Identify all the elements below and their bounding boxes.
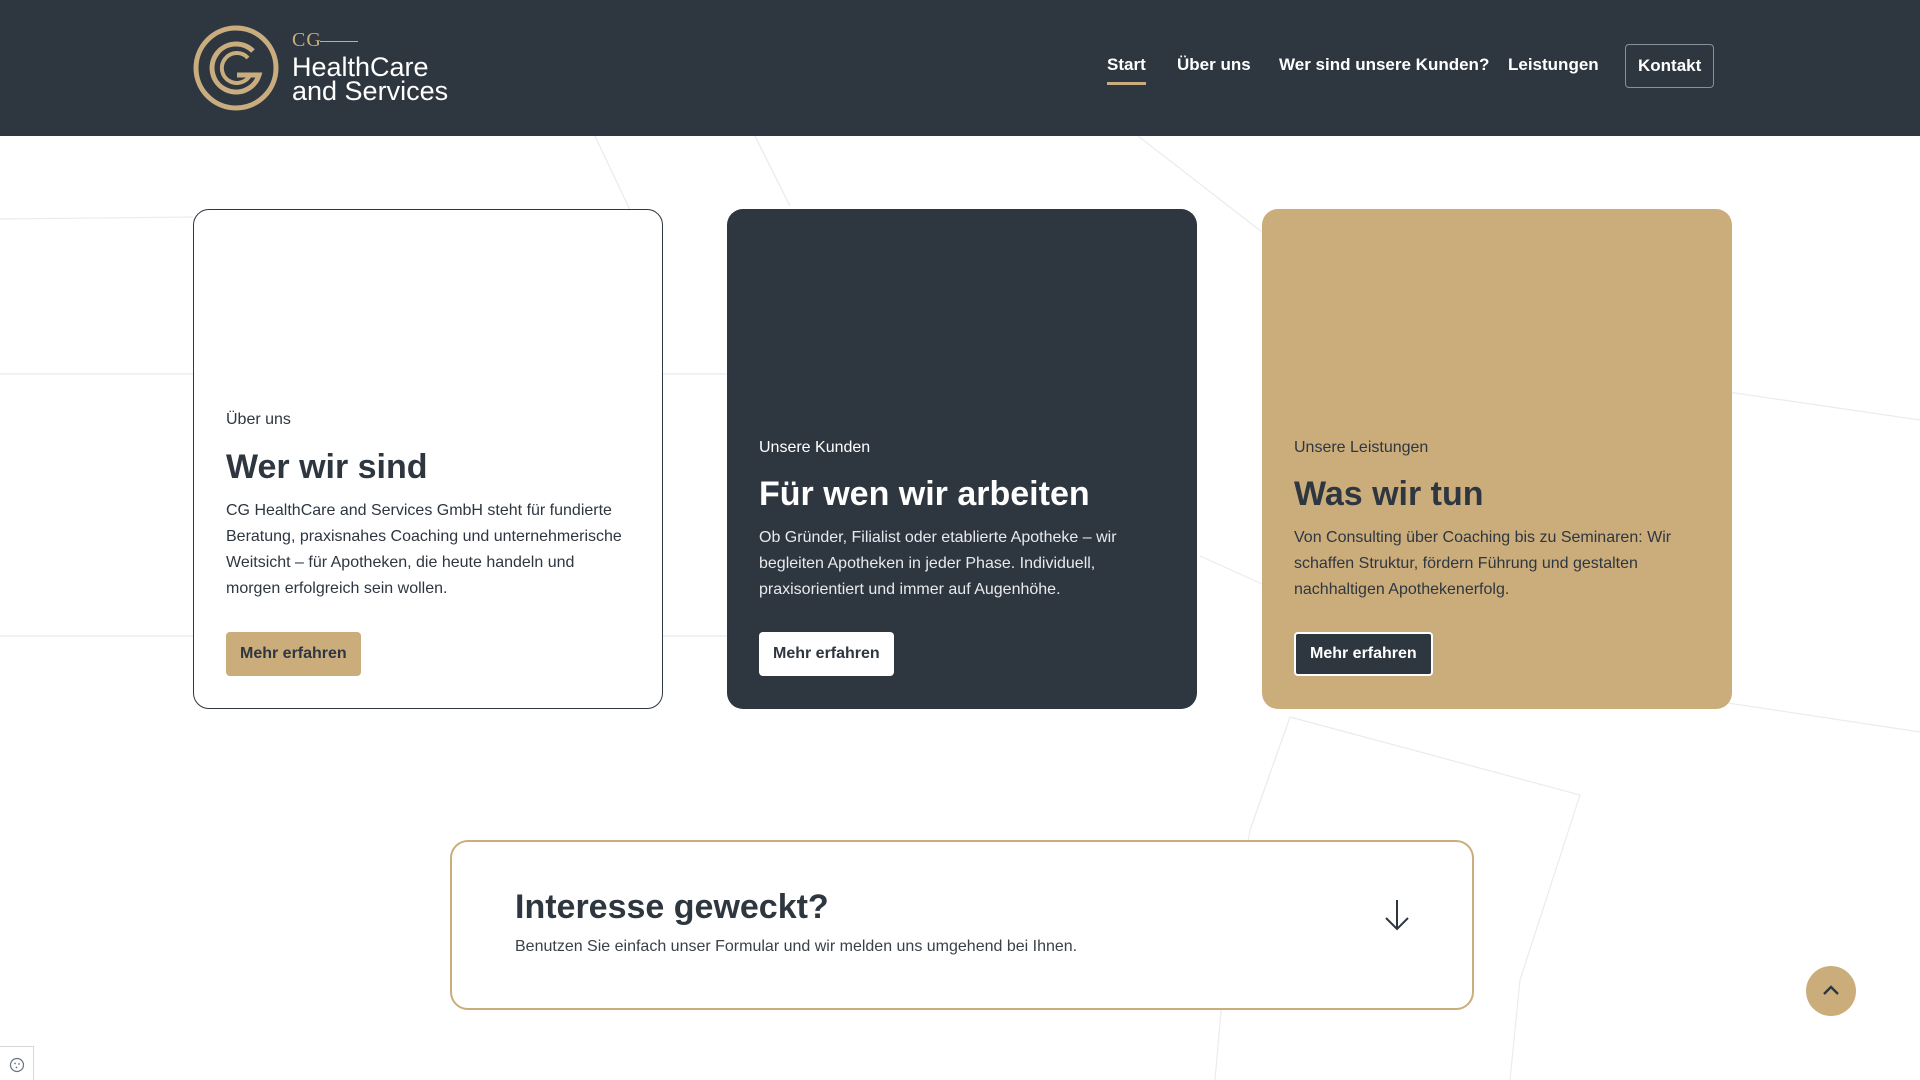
card-text: Von Consulting über Coaching bis zu Semi… — [1294, 529, 1672, 598]
arrow-down-icon — [1385, 900, 1409, 931]
site-header: CG HealthCare and Services Start Über un… — [0, 0, 1920, 136]
card-title: Was wir tun — [1294, 475, 1484, 513]
nav-item-kunden[interactable]: Wer sind unsere Kunden? — [1279, 44, 1489, 86]
card-eyebrow: Über uns — [226, 411, 291, 428]
card-leistungen: Unsere Leistungen Was wir tun Von Consul… — [1262, 209, 1732, 709]
chevron-up-icon — [1823, 985, 1839, 995]
card-text: CG HealthCare and Services GmbH steht fü… — [226, 502, 622, 597]
more-button-leistungen[interactable]: Mehr erfahren — [1294, 632, 1433, 676]
contact-teaser-text: Benutzen Sie einfach unser Formular und … — [515, 938, 1078, 955]
contact-teaser[interactable]: Interesse geweckt? Benutzen Sie einfach … — [450, 840, 1474, 1010]
logo-divider — [320, 41, 358, 42]
nav-item-start[interactable]: Start — [1107, 44, 1146, 86]
card-kunden: Unsere Kunden Für wen wir arbeiten Ob Gr… — [727, 209, 1197, 709]
nav-item-leistungen[interactable]: Leistungen — [1508, 44, 1599, 86]
card-ueber-uns: Über uns Wer wir sind CG HealthCare and … — [193, 209, 663, 709]
cookie-settings-button[interactable] — [0, 1046, 34, 1080]
logo-mark-icon — [193, 25, 279, 111]
more-button-ueber-uns[interactable]: Mehr erfahren — [226, 632, 361, 676]
card-eyebrow: Unsere Leistungen — [1294, 439, 1429, 456]
contact-teaser-title: Interesse geweckt? — [515, 888, 829, 926]
contact-button[interactable]: Kontakt — [1625, 44, 1715, 88]
card-title: Wer wir sind — [226, 448, 428, 486]
cookie-icon — [9, 1057, 25, 1073]
logo[interactable]: CG HealthCare and Services — [193, 25, 453, 111]
logo-text-line2: and Services — [292, 76, 449, 106]
nav-item-ueber-uns[interactable]: Über uns — [1177, 44, 1251, 86]
logo-monogram: CG — [292, 29, 322, 51]
card-eyebrow: Unsere Kunden — [759, 439, 871, 456]
more-button-kunden[interactable]: Mehr erfahren — [759, 632, 894, 676]
card-text: Ob Gründer, Filialist oder etablierte Ap… — [759, 529, 1117, 598]
scroll-to-top-button[interactable] — [1806, 966, 1856, 1016]
card-title: Für wen wir arbeiten — [759, 475, 1090, 513]
